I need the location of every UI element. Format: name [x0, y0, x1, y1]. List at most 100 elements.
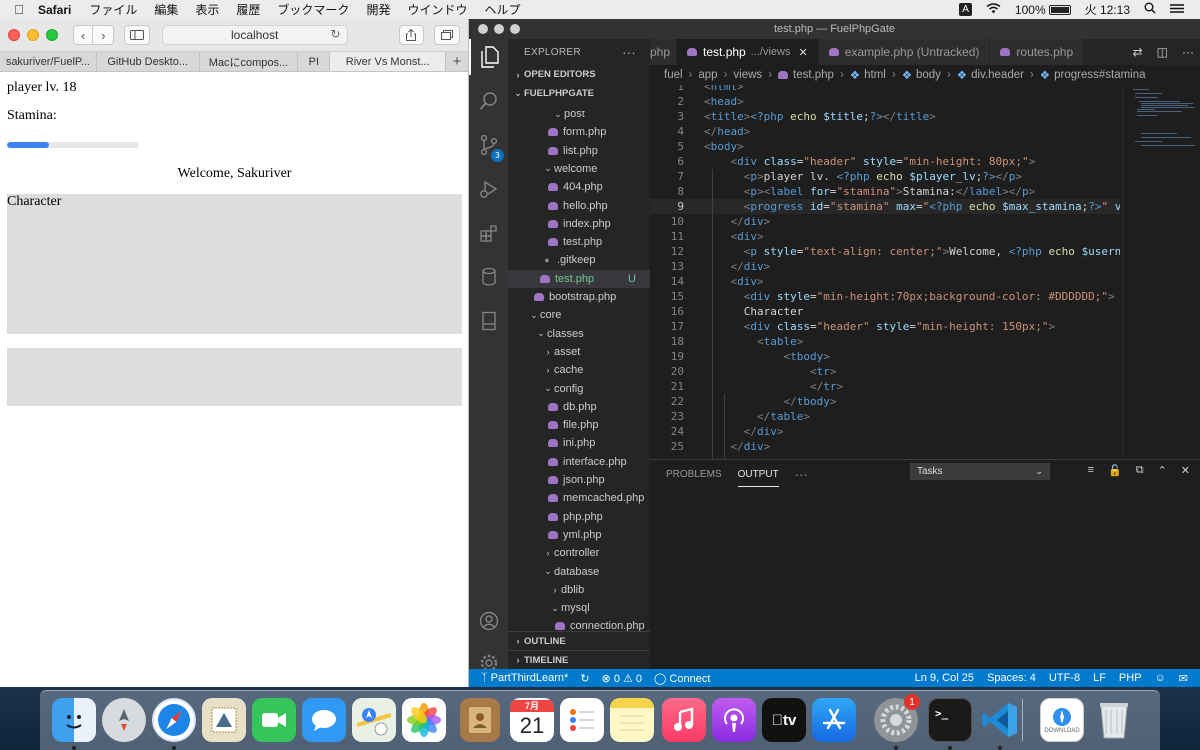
lock-icon[interactable]: 🔓: [1108, 464, 1122, 477]
minimize-window-icon[interactable]: [26, 29, 39, 41]
menu-edit[interactable]: 編集: [154, 1, 178, 18]
safari-tab-mac-compose[interactable]: Macにcompos...: [200, 52, 299, 71]
breadcrumb-item[interactable]: body: [916, 69, 941, 81]
breadcrumb-item[interactable]: div.header: [971, 69, 1024, 81]
editor-tab-php[interactable]: php: [650, 39, 678, 65]
breadcrumb-item[interactable]: views: [733, 69, 762, 81]
tree-folder[interactable]: ⌄ classes: [508, 325, 650, 343]
tree-file[interactable]: test.php U: [508, 269, 650, 288]
encoding[interactable]: UTF-8: [1049, 672, 1080, 685]
breadcrumb-item[interactable]: app: [698, 69, 717, 81]
tree-file[interactable]: list.php: [508, 142, 650, 160]
downloads-stack-icon[interactable]: DOWNLOAD: [1040, 698, 1084, 742]
menu-history[interactable]: 履歴: [236, 1, 260, 18]
tree-file[interactable]: hello.php: [508, 197, 650, 215]
spotlight-search-icon[interactable]: [1144, 2, 1156, 17]
code-line[interactable]: 2 <head>: [650, 94, 1120, 109]
sync-icon[interactable]: ↻: [580, 672, 589, 685]
tree-folder[interactable]: › cache: [508, 361, 650, 379]
tree-file[interactable]: json.php: [508, 471, 650, 489]
app-store-icon[interactable]: [812, 698, 856, 742]
input-method-icon[interactable]: A: [959, 3, 972, 16]
zoom-window-icon[interactable]: [510, 24, 520, 34]
trash-icon[interactable]: [1092, 698, 1136, 742]
code-line[interactable]: 6 <div class="header" style="min-height:…: [650, 154, 1120, 169]
menu-app-name[interactable]: Safari: [38, 3, 71, 17]
menu-help[interactable]: ヘルプ: [484, 1, 520, 18]
editor-tab-test-php[interactable]: test.php .../views ✕: [677, 39, 819, 65]
tree-file[interactable]: interface.php: [508, 453, 650, 471]
minimize-window-icon[interactable]: [494, 24, 504, 34]
safari-tab-github-desktop[interactable]: GitHub Deskto...: [97, 52, 200, 71]
tree-folder[interactable]: › dblib: [508, 581, 650, 599]
code-line[interactable]: 3 <title><?php echo $title;?></title>: [650, 109, 1120, 124]
code-line[interactable]: 11 <div>: [650, 229, 1120, 244]
tree-file[interactable]: db.php: [508, 398, 650, 416]
launchpad-icon[interactable]: [102, 698, 146, 742]
code-line[interactable]: 1 <html>: [650, 85, 1120, 94]
code-line[interactable]: 8 <p><label for="stamina">Stamina:</labe…: [650, 184, 1120, 199]
sidebar-toggle-button[interactable]: [124, 25, 150, 45]
feedback-icon[interactable]: ☺: [1155, 672, 1166, 685]
apple-tv-icon[interactable]: tv: [762, 698, 806, 742]
forward-button[interactable]: ›: [93, 25, 115, 45]
tree-folder[interactable]: › controller: [508, 544, 650, 562]
accounts-activity-button[interactable]: [469, 603, 508, 639]
menu-bookmarks[interactable]: ブックマーク: [277, 1, 349, 18]
zoom-window-icon[interactable]: [45, 29, 58, 41]
tree-file[interactable]: index.php: [508, 215, 650, 233]
maps-icon[interactable]: [352, 698, 396, 742]
minimap[interactable]: [1122, 85, 1200, 459]
code-line[interactable]: 12 <p style="text-align: center;">Welcom…: [650, 244, 1120, 259]
code-line[interactable]: 16 Character: [650, 304, 1120, 319]
split-editor-icon[interactable]: ◫: [1157, 45, 1168, 59]
breadcrumb-item[interactable]: html: [864, 69, 886, 81]
language-mode[interactable]: PHP: [1119, 672, 1142, 685]
tree-folder[interactable]: ⌄ welcome: [508, 160, 650, 178]
code-line[interactable]: 9 <progress id="stamina" max="<?php echo…: [650, 199, 1120, 214]
search-activity-button[interactable]: [469, 83, 508, 119]
more-actions-icon[interactable]: ···: [1182, 45, 1194, 59]
clock[interactable]: 火 12:13: [1085, 1, 1130, 18]
explorer-activity-button[interactable]: [469, 39, 508, 75]
menu-develop[interactable]: 開発: [366, 1, 390, 18]
tab-problems[interactable]: PROBLEMS: [666, 469, 722, 480]
tree-folder[interactable]: › asset: [508, 343, 650, 361]
tree-file[interactable]: connection.php: [508, 617, 650, 631]
code-line[interactable]: 20 <tr>: [650, 364, 1120, 379]
vscode-icon[interactable]: [978, 698, 1022, 742]
close-window-icon[interactable]: [478, 24, 488, 34]
maximize-panel-icon[interactable]: ⌃: [1158, 464, 1167, 477]
address-bar[interactable]: localhost ↻: [161, 25, 348, 45]
menu-file[interactable]: ファイル: [89, 1, 137, 18]
run-debug-activity-button[interactable]: [469, 171, 508, 207]
back-button[interactable]: ‹: [72, 25, 94, 45]
code-line[interactable]: 13 </div>: [650, 259, 1120, 274]
source-control-activity-button[interactable]: 3: [469, 127, 508, 163]
indentation[interactable]: Spaces: 4: [987, 672, 1036, 685]
menu-view[interactable]: 表示: [195, 1, 219, 18]
clear-output-icon[interactable]: ≡: [1088, 464, 1094, 477]
code-line[interactable]: 24 </div>: [650, 424, 1120, 439]
tree-folder[interactable]: ⌄ core: [508, 306, 650, 324]
photos-icon[interactable]: [402, 698, 446, 742]
end-of-line[interactable]: LF: [1093, 672, 1106, 685]
reload-icon[interactable]: ↻: [331, 27, 341, 41]
tree-file[interactable]: 404.php: [508, 178, 650, 196]
code-line[interactable]: 17 <div class="header" style="min-height…: [650, 319, 1120, 334]
share-button[interactable]: [398, 25, 425, 45]
mail-stamp-icon[interactable]: [202, 698, 246, 742]
finder-icon[interactable]: [52, 698, 96, 742]
code-line[interactable]: 15 <div style="min-height:70px;backgroun…: [650, 289, 1120, 304]
tree-folder[interactable]: ⌄ database: [508, 563, 650, 581]
outline-section[interactable]: › OUTLINE: [508, 631, 650, 650]
open-editors-section[interactable]: › OPEN EDITORS: [508, 65, 650, 84]
git-branch[interactable]: ᛉ PartThirdLearn*: [481, 672, 568, 684]
tree-file[interactable]: yml.php: [508, 526, 650, 544]
contacts-icon[interactable]: [460, 698, 500, 742]
messages-icon[interactable]: [302, 698, 346, 742]
breadcrumb-item[interactable]: test.php: [793, 69, 834, 81]
code-line[interactable]: 10 </div>: [650, 214, 1120, 229]
code-line[interactable]: 5 <body>: [650, 139, 1120, 154]
code-line[interactable]: 23 </table>: [650, 409, 1120, 424]
